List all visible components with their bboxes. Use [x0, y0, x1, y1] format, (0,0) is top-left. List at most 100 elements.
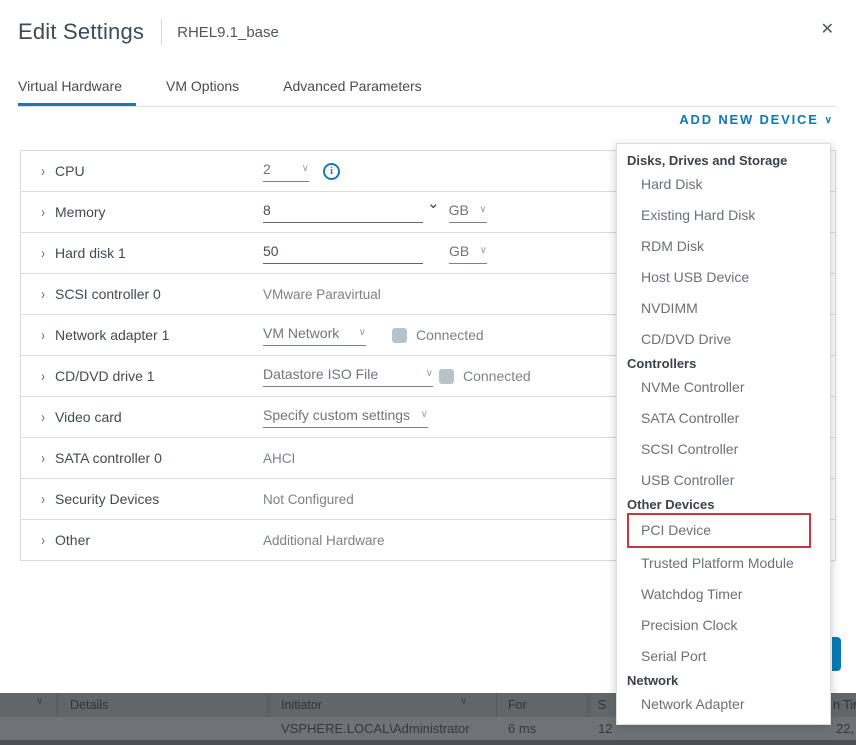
- tab-virtual-hardware[interactable]: Virtual Hardware: [18, 72, 137, 106]
- column-header: n Tim: [833, 698, 856, 712]
- menu-item-watchdog-timer[interactable]: Watchdog Timer: [617, 579, 830, 610]
- unit-value: GB: [448, 201, 469, 218]
- task-grid-bottom-strip: [0, 740, 856, 745]
- checkbox-label: Connected: [416, 327, 484, 343]
- stepper-chevron-icon[interactable]: ⌄: [427, 194, 440, 212]
- row-label: CD/DVD drive 1: [55, 368, 155, 384]
- column-header: For: [508, 698, 527, 712]
- connected-checkbox[interactable]: [392, 327, 407, 343]
- chevron-down-icon: ∨: [358, 327, 366, 338]
- unit-select[interactable]: GB ∨: [449, 243, 487, 264]
- menu-section-controllers: Controllers: [627, 356, 697, 371]
- info-icon[interactable]: i: [323, 162, 340, 180]
- row-select[interactable]: Specify custom settings ∨: [263, 407, 428, 428]
- title-divider: [161, 19, 163, 45]
- unit-select[interactable]: GB ∨: [448, 201, 487, 223]
- column-separator: [588, 693, 589, 717]
- checkbox-label: Connected: [463, 368, 531, 384]
- menu-item-scsi-controller[interactable]: SCSI Controller: [617, 434, 830, 465]
- row-value: Additional Hardware: [263, 532, 385, 548]
- menu-item-existing-hard-disk[interactable]: Existing Hard Disk: [617, 200, 830, 231]
- chevron-right-icon: ›: [41, 244, 45, 262]
- menu-item-serial-port[interactable]: Serial Port: [617, 641, 830, 672]
- sort-caret-icon: ∨: [36, 696, 44, 707]
- chevron-down-icon: ∨: [824, 114, 832, 126]
- sort-caret-icon: ∨: [460, 696, 468, 707]
- row-expander[interactable]: › Network adapter 1: [21, 326, 263, 344]
- chevron-down-icon: ∨: [420, 409, 428, 420]
- select-value: Specify custom settings: [263, 406, 411, 423]
- column-separator: [57, 693, 58, 717]
- row-expander[interactable]: › Hard disk 1: [21, 244, 263, 262]
- row-expander[interactable]: › Other: [21, 531, 263, 549]
- vm-name: RHEL9.1_base: [177, 23, 279, 41]
- row-label: Other: [55, 532, 91, 548]
- row-label: Hard disk 1: [55, 245, 126, 261]
- table-cell: 12: [598, 721, 613, 736]
- cpu-count-select[interactable]: 2 ∨: [263, 161, 309, 182]
- menu-item-trusted-platform-module[interactable]: Trusted Platform Module: [617, 548, 830, 579]
- column-header: S: [598, 698, 607, 712]
- row-select[interactable]: Datastore ISO File ∨: [263, 366, 433, 387]
- menu-item-precision-clock[interactable]: Precision Clock: [617, 610, 830, 641]
- menu-section-network: Network: [627, 673, 679, 688]
- menu-item-network-adapter[interactable]: Network Adapter: [617, 689, 830, 720]
- add-new-device-button[interactable]: ADD NEW DEVICE ∨: [679, 112, 832, 127]
- add-new-device-label: ADD NEW DEVICE: [679, 112, 819, 127]
- tab-advanced-parameters[interactable]: Advanced Parameters: [283, 72, 436, 106]
- unit-value: GB: [449, 242, 470, 259]
- row-expander[interactable]: › CD/DVD drive 1: [21, 367, 263, 385]
- chevron-down-icon: ∨: [301, 163, 309, 174]
- menu-item-nvme-controller[interactable]: NVMe Controller: [617, 372, 830, 403]
- row-label: SCSI controller 0: [55, 286, 161, 302]
- row-label: CPU: [55, 163, 85, 179]
- chevron-right-icon: ›: [41, 367, 45, 385]
- chevron-right-icon: ›: [41, 531, 45, 549]
- chevron-right-icon: ›: [41, 285, 45, 303]
- dialog-title: Edit Settings: [18, 19, 145, 44]
- connected-checkbox[interactable]: [439, 368, 454, 384]
- ok-button[interactable]: [832, 637, 841, 671]
- table-cell: 6 ms: [508, 721, 537, 736]
- row-expander[interactable]: › Video card: [21, 408, 263, 426]
- menu-item-usb-controller[interactable]: USB Controller: [617, 465, 830, 496]
- menu-item-pci-device[interactable]: PCI Device: [627, 513, 811, 548]
- menu-item-host-usb-device[interactable]: Host USB Device: [617, 262, 830, 293]
- chevron-right-icon: ›: [41, 326, 45, 344]
- chevron-right-icon: ›: [41, 162, 45, 180]
- column-header: Initiator: [281, 698, 322, 712]
- row-label: Memory: [55, 204, 106, 220]
- value-input[interactable]: 50: [263, 243, 423, 264]
- row-label: Network adapter 1: [55, 327, 170, 343]
- row-expander[interactable]: › CPU: [21, 162, 263, 180]
- table-cell: VSPHERE.LOCAL\Administrator: [281, 721, 470, 736]
- row-select[interactable]: VM Network ∨: [263, 325, 366, 346]
- row-expander[interactable]: › SCSI controller 0: [21, 285, 263, 303]
- chevron-right-icon: ›: [41, 408, 45, 426]
- menu-item-nvdimm[interactable]: NVDIMM: [617, 293, 830, 324]
- menu-item-sata-controller[interactable]: SATA Controller: [617, 403, 830, 434]
- table-cell: 22,: [836, 721, 855, 736]
- row-value: AHCI: [263, 450, 296, 466]
- row-value: VMware Paravirtual: [263, 286, 381, 302]
- row-expander[interactable]: › Security Devices: [21, 490, 263, 508]
- close-icon[interactable]: ✕: [819, 17, 836, 41]
- row-label: SATA controller 0: [55, 450, 162, 466]
- chevron-right-icon: ›: [41, 203, 45, 221]
- column-separator: [268, 693, 269, 717]
- column-separator: [496, 693, 497, 717]
- chevron-down-icon: ∨: [425, 368, 433, 379]
- dialog-header: Edit Settings RHEL9.1_base ✕: [18, 14, 838, 50]
- menu-section-other-devices: Other Devices: [627, 497, 715, 512]
- add-device-menu: Disks, Drives and Storage Hard Disk Existi…: [616, 143, 831, 725]
- menu-section-disks-drives-and-storage: Disks, Drives and Storage: [627, 153, 788, 168]
- chevron-right-icon: ›: [41, 490, 45, 508]
- row-expander[interactable]: › SATA controller 0: [21, 449, 263, 467]
- menu-item-rdm-disk[interactable]: RDM Disk: [617, 231, 830, 262]
- menu-item-cd-dvd-drive[interactable]: CD/DVD Drive: [617, 324, 830, 355]
- chevron-right-icon: ›: [41, 449, 45, 467]
- value-input[interactable]: 8: [263, 202, 423, 223]
- menu-item-hard-disk[interactable]: Hard Disk: [617, 169, 830, 200]
- tab-vm-options[interactable]: VM Options: [166, 72, 253, 106]
- row-expander[interactable]: › Memory: [21, 203, 263, 221]
